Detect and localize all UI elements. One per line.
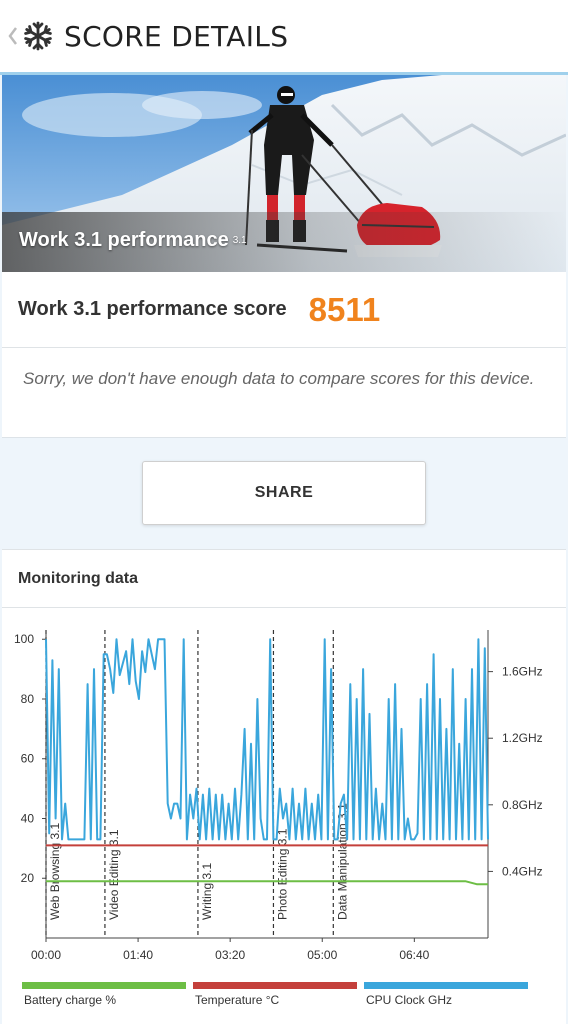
segment-label: Photo Editing 3.1 (275, 828, 289, 920)
score-label: Work 3.1 performance score (18, 298, 287, 320)
y-left-tick-label: 80 (21, 692, 35, 706)
hero-version: 3.1 (232, 235, 247, 247)
x-tick-label: 01:40 (123, 948, 153, 962)
hero-image: Work 3.1 performance 3.1 (2, 75, 566, 272)
legend-label: Temperature °C (195, 993, 279, 1007)
score-card: Work 3.1 performance score 8511 Sorry, w… (2, 272, 566, 438)
y-left-tick-label: 20 (21, 871, 35, 885)
monitoring-chart: 20 40 60 80 100 0.4GHz 0.8GHz 1.2GHz 1.6GHz 00:00… (14, 630, 543, 1007)
segment-label: Video Editing 3.1 (107, 829, 121, 920)
top-bar: SCORE DETAILS (0, 0, 568, 72)
y-left-tick-label: 100 (14, 632, 34, 646)
hero-title-text: Work 3.1 performance (19, 229, 229, 251)
compare-message: Sorry, we don't have enough data to comp… (23, 369, 535, 388)
chevron-left-icon[interactable] (6, 0, 20, 72)
y-right-tick-label: 0.4GHz (502, 864, 543, 878)
x-tick-label: 03:20 (215, 948, 245, 962)
legend-swatch (364, 982, 528, 989)
x-tick-label: 05:00 (307, 948, 337, 962)
score-value: 8511 (308, 290, 381, 328)
x-tick-label: 06:40 (399, 948, 429, 962)
score-row: Work 3.1 performance score 8511 (2, 272, 566, 348)
share-button[interactable]: SHARE (142, 461, 426, 525)
legend-swatch (22, 982, 186, 989)
monitoring-card: Monitoring data 20 40 60 80 100 0.4GHz 0.8GHz 1… (2, 549, 566, 1024)
y-right-tick-label: 1.6GHz (502, 665, 543, 679)
segment-label: Writing 3.1 (200, 863, 214, 920)
hero-title: Work 3.1 performance 3.1 (19, 229, 247, 252)
series-line (45, 638, 489, 841)
y-right-tick-label: 0.8GHz (502, 798, 543, 812)
y-left-tick-label: 40 (21, 811, 35, 825)
legend-label: CPU Clock GHz (366, 993, 452, 1007)
segment-label: Web Browsing 3.1 (48, 823, 62, 920)
y-right-tick-label: 1.2GHz (502, 731, 543, 745)
legend-label: Battery charge % (24, 993, 116, 1007)
x-tick-label: 00:00 (31, 948, 61, 962)
y-left-tick-label: 60 (21, 752, 35, 766)
snowflake-icon (20, 0, 56, 72)
page-title: SCORE DETAILS (64, 19, 289, 53)
legend-swatch (193, 982, 357, 989)
